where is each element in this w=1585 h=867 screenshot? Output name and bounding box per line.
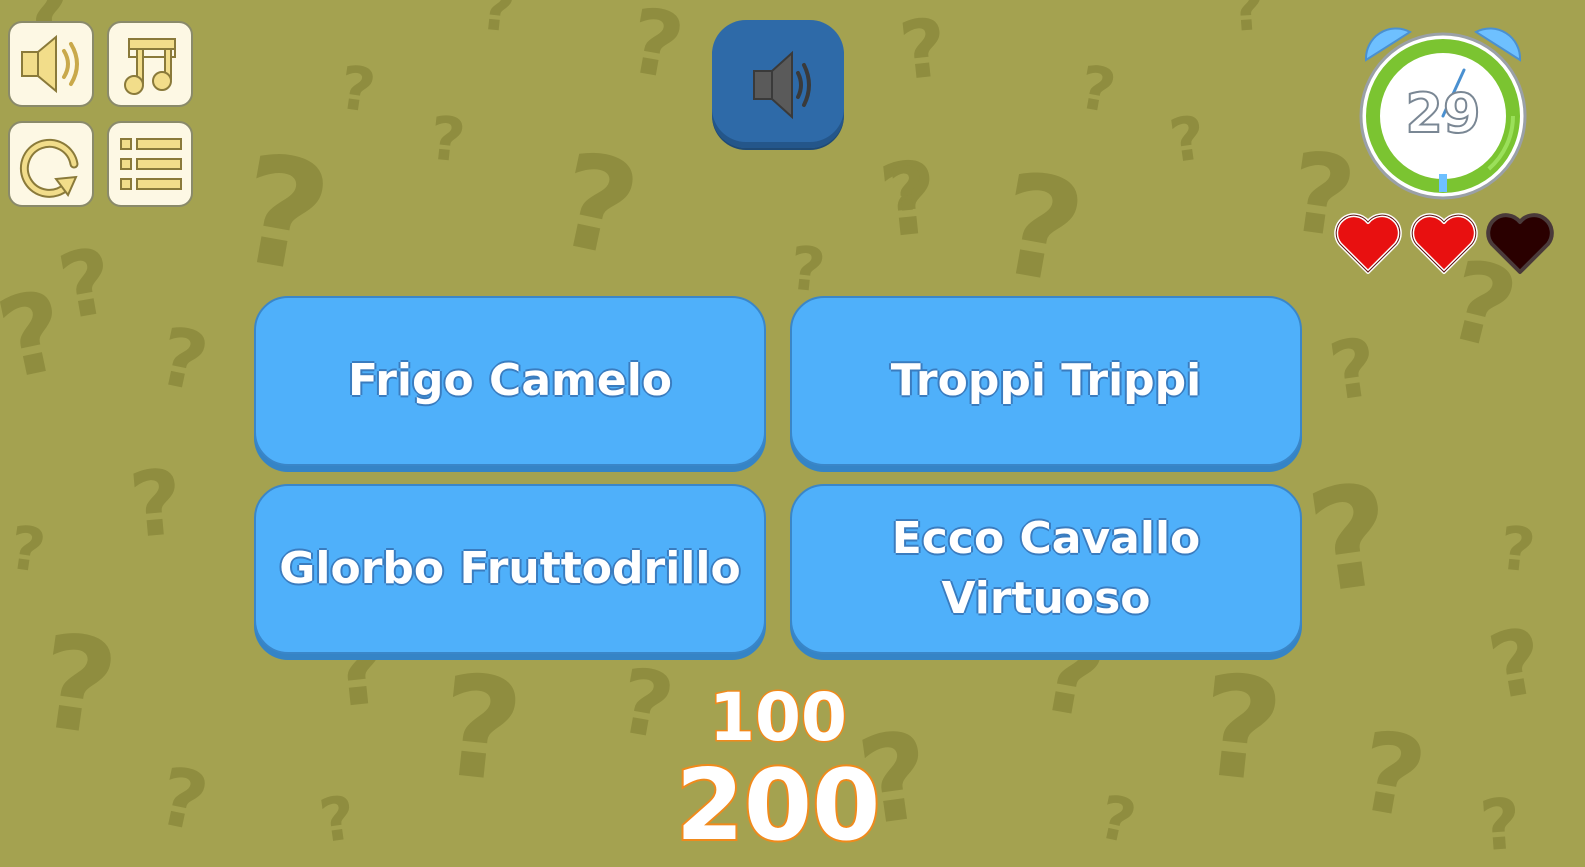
heart-empty-icon: [1486, 213, 1554, 274]
heart-full-icon: [1334, 213, 1402, 274]
answer-label: Frigo Camelo: [347, 355, 673, 406]
answer-label: Troppi Trippi: [890, 355, 1202, 406]
question-mark-decoration: ?: [886, 153, 929, 227]
question-mark-decoration: ?: [476, 0, 519, 47]
answer-button-2[interactable]: Troppi Trippi: [790, 296, 1302, 466]
question-mark-decoration: ?: [1165, 102, 1210, 178]
question-mark-decoration: ?: [5, 512, 50, 588]
question-mark-decoration: ?: [1349, 706, 1435, 844]
question-mark-decoration: ?: [150, 309, 216, 410]
speaker-icon: [753, 50, 811, 120]
restart-icon: [19, 138, 79, 198]
music-note-icon: [124, 38, 176, 95]
answer-button-1[interactable]: Frigo Camelo: [254, 296, 766, 466]
answer-button-3[interactable]: Glorbo Fruttodrillo: [254, 484, 766, 654]
answer-label: Ecco Cavallo Virtuoso: [891, 513, 1201, 624]
question-mark-decoration: ?: [125, 449, 187, 560]
question-mark-decoration: ?: [1191, 644, 1290, 815]
countdown-timer: 29: [1352, 20, 1534, 200]
question-mark-decoration: ?: [431, 644, 530, 815]
list-icon: [120, 138, 182, 190]
timer-seconds: 29: [1404, 81, 1481, 146]
question-mark-decoration: ?: [29, 604, 126, 766]
question-mark-decoration: ?: [621, 0, 692, 101]
question-mark-decoration: ?: [545, 122, 651, 288]
question-mark-decoration: ?: [150, 749, 216, 850]
answer-button-4[interactable]: Ecco Cavallo Virtuoso: [790, 484, 1302, 654]
question-mark-decoration: ?: [1074, 52, 1121, 128]
music-toggle-button[interactable]: [107, 21, 193, 107]
heart-full-icon: [1410, 213, 1478, 274]
question-mark-decoration: ?: [1323, 320, 1383, 419]
question-mark-decoration: ?: [895, 0, 952, 99]
question-mark-decoration: ?: [1496, 513, 1539, 587]
question-mark-decoration: ?: [1093, 782, 1142, 858]
question-mark-decoration: ?: [1298, 453, 1403, 626]
sound-toggle-button[interactable]: [8, 21, 94, 107]
question-mark-decoration: ?: [786, 233, 829, 307]
question-mark-decoration: ?: [51, 228, 121, 341]
question-mark-decoration: ?: [225, 121, 342, 309]
menu-button[interactable]: [107, 121, 193, 207]
speaker-icon: [21, 34, 79, 94]
restart-button[interactable]: [8, 121, 94, 207]
question-mark-decoration: ?: [426, 103, 469, 177]
question-mark-decoration: ?: [1227, 0, 1268, 47]
question-mark-decoration: ?: [335, 52, 380, 128]
question-mark-decoration: ?: [315, 782, 360, 858]
answer-label: Glorbo Fruttodrillo: [279, 543, 741, 594]
total-score: 200: [674, 749, 883, 863]
lives-display: [1332, 210, 1556, 278]
play-question-audio-button[interactable]: [712, 20, 844, 148]
question-mark-decoration: ?: [986, 142, 1095, 317]
question-mark-decoration: ?: [1481, 608, 1551, 721]
points-gain: 100: [708, 678, 849, 757]
question-mark-decoration: ?: [1477, 782, 1524, 867]
